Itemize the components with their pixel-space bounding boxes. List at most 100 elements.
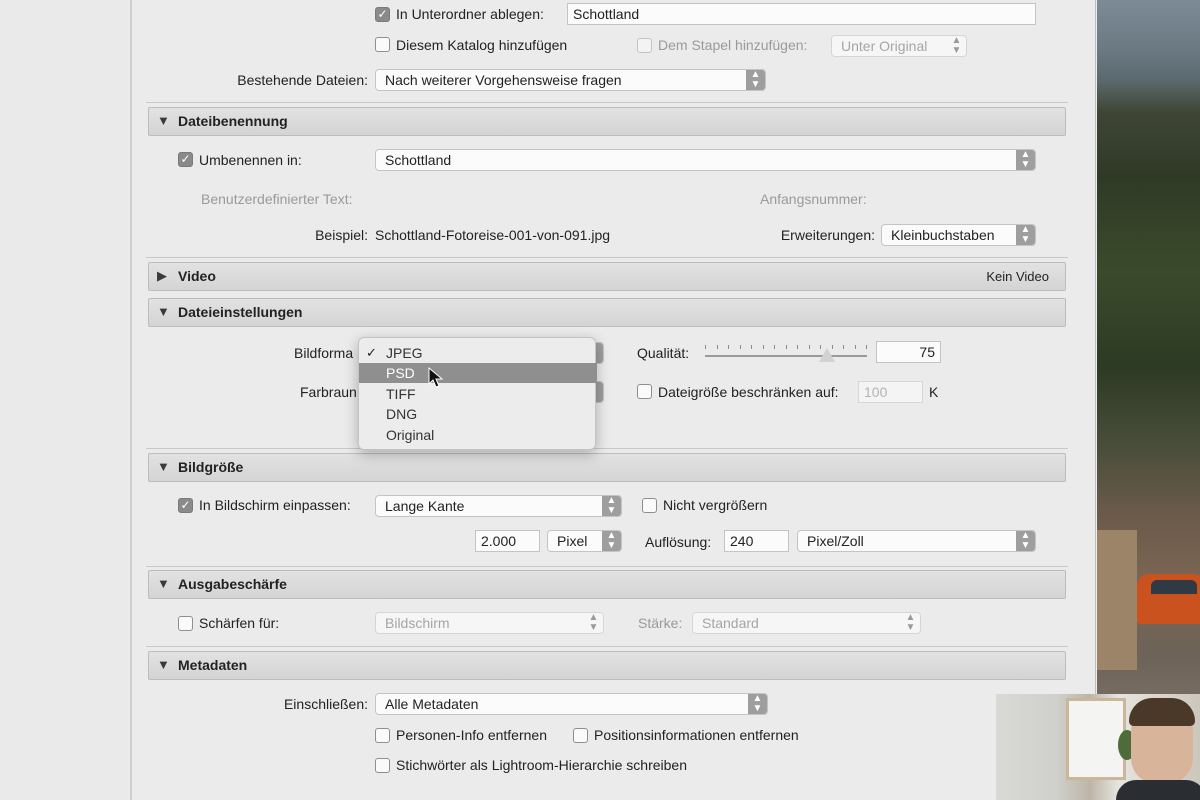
start-number-label: Anfangsnummer: [760, 191, 867, 207]
rename-label: Umbenennen in: [199, 152, 302, 168]
stepper-icon: ▲▼ [905, 612, 916, 633]
section-header-image-size[interactable]: ▼ Bildgröße [148, 453, 1066, 482]
limit-size-input[interactable]: 100 [858, 381, 923, 403]
stack-position-select[interactable]: Unter Original ▲ ▼ [831, 35, 967, 57]
stepper-icon: ▲▼ [602, 496, 621, 516]
section-header-output-sharpening[interactable]: ▼ Ausgabeschärfe [148, 570, 1066, 599]
existing-files-select[interactable]: Nach weiterer Vorgehensweise fragen ▲ ▼ [375, 69, 766, 91]
fit-screen-label: In Bildschirm einpassen: [199, 497, 351, 513]
write-keywords-checkbox[interactable] [375, 758, 390, 773]
stepper-icon: ▲▼ [602, 531, 621, 551]
size-unit-select[interactable]: Pixel ▲ ▼ [547, 530, 622, 552]
subfolder-label: In Unterordner ablegen: [396, 6, 544, 22]
section-title: Ausgabeschärfe [178, 576, 287, 592]
triangle-down-icon: ▼ [157, 657, 170, 672]
quality-slider[interactable] [705, 355, 867, 357]
existing-files-label: Bestehende Dateien: [237, 72, 368, 88]
left-background [0, 0, 132, 800]
include-value: Alle Metadaten [385, 696, 479, 712]
mouse-pointer-icon [428, 367, 444, 388]
triangle-down-icon: ▼ [157, 113, 170, 128]
image-format-label: Bildforma [294, 345, 354, 361]
sharpen-target-value: Bildschirm [385, 615, 450, 631]
section-divider [146, 257, 1068, 258]
existing-files-value: Nach weiterer Vorgehensweise fragen [385, 72, 622, 88]
slider-tick [728, 345, 729, 349]
amount-label: Stärke: [638, 615, 683, 631]
remove-location-label: Positionsinformationen entfernen [594, 727, 799, 743]
slider-tick [705, 345, 706, 349]
section-header-file-settings[interactable]: ▼ Dateieinstellungen [148, 298, 1066, 327]
triangle-right-icon: ▶ [157, 268, 167, 283]
remove-person-info-checkbox[interactable] [375, 728, 390, 743]
slider-tick [797, 345, 798, 349]
format-option-jpeg[interactable]: ✓ JPEG [359, 343, 597, 363]
subfolder-checkbox[interactable]: ✓ [375, 7, 390, 22]
section-divider [146, 102, 1068, 103]
quality-slider-thumb[interactable] [818, 348, 835, 362]
remove-person-info-label: Personen-Info entfernen [396, 727, 547, 743]
sharpen-target-select[interactable]: Bildschirm ▲ ▼ [375, 612, 604, 634]
rename-value: Schottland [385, 152, 452, 168]
slider-tick [774, 345, 775, 349]
rename-template-select[interactable]: Schottland ▲ ▼ [375, 149, 1036, 171]
example-value: Schottland-Fotoreise-001-von-091.jpg [375, 227, 611, 243]
format-option-label: DNG [386, 406, 418, 422]
section-title: Dateibenennung [178, 113, 288, 129]
resolution-input[interactable]: 240 [724, 530, 789, 552]
fit-mode-value: Lange Kante [385, 498, 465, 514]
slider-tick [809, 345, 810, 349]
section-divider [146, 448, 1068, 449]
format-option-dng[interactable]: DNG [359, 404, 597, 424]
format-option-label: Original [386, 427, 435, 443]
limit-size-unit: K [929, 384, 939, 400]
sharpen-checkbox[interactable] [178, 616, 193, 631]
fit-mode-select[interactable]: Lange Kante ▲ ▼ [375, 495, 622, 517]
extensions-select[interactable]: Kleinbuchstaben ▲ ▼ [881, 224, 1036, 246]
no-enlarge-checkbox[interactable] [642, 498, 657, 513]
fit-screen-checkbox[interactable]: ✓ [178, 498, 193, 513]
image-format-popup: ✓ JPEG PSD TIFF DNG Original [358, 337, 597, 450]
quality-input[interactable]: 75 [876, 341, 941, 363]
no-enlarge-label: Nicht vergrößern [663, 497, 768, 513]
format-option-psd[interactable]: PSD [359, 363, 597, 383]
format-option-original[interactable]: Original [359, 425, 597, 445]
building-wall [1097, 530, 1137, 670]
slider-tick [717, 345, 718, 349]
section-header-metadata[interactable]: ▼ Metadaten [148, 651, 1066, 680]
limit-size-label: Dateigröße beschränken auf: [658, 384, 839, 400]
presenter-hair [1129, 698, 1195, 726]
add-to-stack-checkbox[interactable] [637, 38, 652, 53]
sharpen-label: Schärfen für: [199, 615, 280, 631]
webcam-overlay [996, 694, 1200, 800]
subfolder-input[interactable]: Schottland [567, 3, 1036, 25]
car-window [1151, 580, 1197, 594]
quality-label: Qualität: [637, 345, 690, 361]
slider-tick [843, 345, 844, 349]
add-to-stack-label: Dem Stapel hinzufügen: [658, 37, 808, 53]
section-title: Dateieinstellungen [178, 304, 303, 320]
stack-position-value: Unter Original [841, 38, 928, 54]
custom-text-label: Benutzerdefinierter Text: [201, 191, 353, 207]
video-status: Kein Video [986, 269, 1049, 284]
color-space-label: Farbraun [300, 384, 357, 400]
slider-tick [751, 345, 752, 349]
add-to-catalog-checkbox[interactable] [375, 37, 390, 52]
stepper-icon: ▲▼ [746, 70, 765, 90]
rename-checkbox[interactable]: ✓ [178, 152, 193, 167]
amount-select[interactable]: Standard ▲ ▼ [692, 612, 921, 634]
wall-frame [1066, 698, 1126, 780]
slider-tick [786, 345, 787, 349]
format-option-tiff[interactable]: TIFF [359, 384, 597, 404]
remove-location-checkbox[interactable] [573, 728, 588, 743]
section-header-video[interactable]: ▶ Video Kein Video [148, 262, 1066, 291]
include-metadata-select[interactable]: Alle Metadaten ▲ ▼ [375, 693, 768, 715]
slider-tick [866, 345, 867, 349]
section-divider [146, 566, 1068, 567]
size-input[interactable]: 2.000 [475, 530, 540, 552]
limit-size-checkbox[interactable] [637, 384, 652, 399]
section-title: Metadaten [178, 657, 248, 673]
resolution-unit-select[interactable]: Pixel/Zoll ▲ ▼ [797, 530, 1036, 552]
section-header-file-naming[interactable]: ▼ Dateibenennung [148, 107, 1066, 136]
slider-tick [855, 345, 856, 349]
